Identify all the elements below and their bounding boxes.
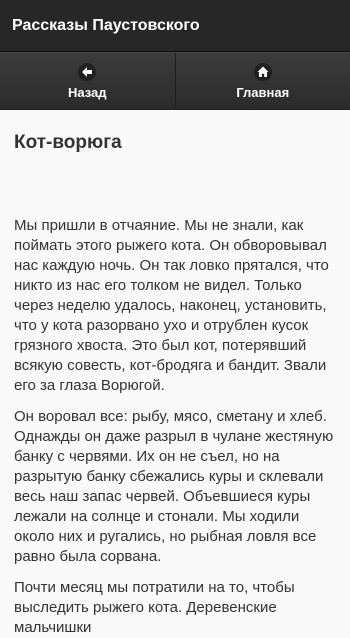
home-button[interactable]: Главная: [175, 53, 350, 109]
app-title: Рассказы Паустовского: [12, 17, 200, 35]
arrow-left-icon: [78, 63, 96, 81]
story-paragraph: Почти месяц мы потратили на то, чтобы вы…: [14, 578, 336, 638]
home-button-label: Главная: [236, 85, 289, 100]
story-content: Кот-ворюга Мы пришли в отчаяние. Мы не з…: [0, 110, 350, 638]
back-button[interactable]: Назад: [0, 53, 175, 109]
navbar: Назад Главная: [0, 52, 350, 110]
story-paragraph: Мы пришли в отчаяние. Мы не знали, как п…: [14, 216, 336, 396]
app-header: Рассказы Паустовского: [0, 0, 350, 52]
back-button-label: Назад: [68, 85, 107, 100]
story-paragraph: Он воровал все: рыбу, мясо, сметану и хл…: [14, 407, 336, 567]
home-icon: [254, 63, 272, 81]
story-title: Кот-ворюга: [14, 132, 336, 154]
